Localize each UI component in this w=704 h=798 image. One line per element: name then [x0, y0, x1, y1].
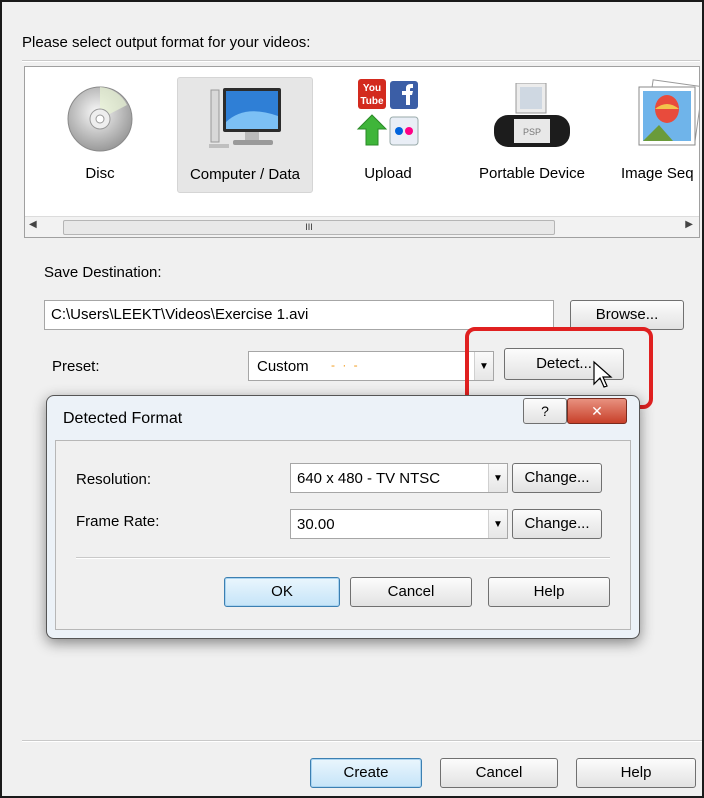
preset-label: Preset: [52, 358, 100, 375]
preset-marker-icon: - · - [331, 358, 360, 372]
dialog-help-text-button[interactable]: Help [488, 577, 610, 607]
scrollbar-thumb[interactable]: III [63, 220, 555, 235]
save-destination-label: Save Destination: [44, 264, 162, 281]
image-sequence-icon [638, 79, 699, 146]
frame-rate-change-button[interactable]: Change... [512, 509, 602, 539]
browse-button[interactable]: Browse... [570, 300, 684, 330]
resolution-value: 640 x 480 - TV NTSC [297, 470, 441, 487]
top-separator [22, 60, 700, 62]
format-label: Upload [364, 165, 412, 182]
format-horizontal-scrollbar[interactable]: ◀ III ▶ [25, 216, 699, 237]
dialog-close-button[interactable]: ✕ [567, 398, 627, 424]
format-tile-image-sequence[interactable]: Image Seq [609, 77, 699, 191]
format-tile-portable-device[interactable]: PSP Portable Device [465, 77, 599, 191]
output-format-window: Please select output format for your vid… [0, 0, 704, 798]
create-button[interactable]: Create [310, 758, 422, 788]
scroll-right-arrow-icon[interactable]: ▶ [685, 219, 693, 230]
format-label: Computer / Data [189, 166, 301, 183]
resolution-select[interactable]: 640 x 480 - TV NTSC ▼ [290, 463, 508, 493]
frame-rate-select[interactable]: 30.00 ▼ [290, 509, 508, 539]
detected-format-dialog: Detected Format ? ✕ Resolution: 640 x 48… [46, 395, 640, 639]
resolution-change-button[interactable]: Change... [512, 463, 602, 493]
computer-icon [209, 88, 281, 148]
dialog-ok-button[interactable]: OK [224, 577, 340, 607]
psp-screen-text: PSP [523, 127, 541, 137]
format-label: Image Seq [621, 165, 694, 182]
youtube-you-text: You [363, 83, 381, 94]
chevron-down-icon[interactable]: ▼ [488, 510, 507, 538]
format-selector: Disc Computer / Data You Tube Upload PSP… [24, 66, 700, 238]
format-tile-disc[interactable]: Disc [33, 77, 167, 191]
dialog-help-button[interactable]: ? [523, 398, 567, 424]
dialog-title: Detected Format [63, 410, 183, 427]
cancel-button[interactable]: Cancel [440, 758, 558, 788]
format-label: Disc [85, 165, 115, 182]
dialog-cancel-button[interactable]: Cancel [350, 577, 472, 607]
frame-rate-label: Frame Rate: [76, 513, 160, 530]
frame-rate-value: 30.00 [297, 516, 335, 533]
disc-icon [67, 86, 133, 152]
dialog-separator [76, 557, 610, 559]
help-button[interactable]: Help [576, 758, 696, 788]
format-tile-upload[interactable]: You Tube Upload [321, 77, 455, 191]
format-tile-computer-data[interactable]: Computer / Data [177, 77, 313, 193]
format-label: Portable Device [479, 165, 585, 182]
bottom-separator [22, 740, 702, 742]
youtube-tube-text: Tube [360, 96, 384, 107]
save-path-input[interactable]: C:\Users\LEEKT\Videos\Exercise 1.avi [44, 300, 554, 330]
psp-icon: PSP [494, 83, 570, 147]
chevron-down-icon[interactable]: ▼ [488, 464, 507, 492]
scroll-left-arrow-icon[interactable]: ◀ [29, 219, 37, 230]
preset-value: Custom [257, 358, 309, 375]
dialog-body: Resolution: 640 x 480 - TV NTSC ▼ Change… [55, 440, 631, 630]
preset-select[interactable]: Custom - · - ▼ [248, 351, 494, 381]
upload-icon: You Tube [356, 79, 419, 146]
format-prompt: Please select output format for your vid… [22, 34, 311, 51]
resolution-label: Resolution: [76, 471, 152, 488]
